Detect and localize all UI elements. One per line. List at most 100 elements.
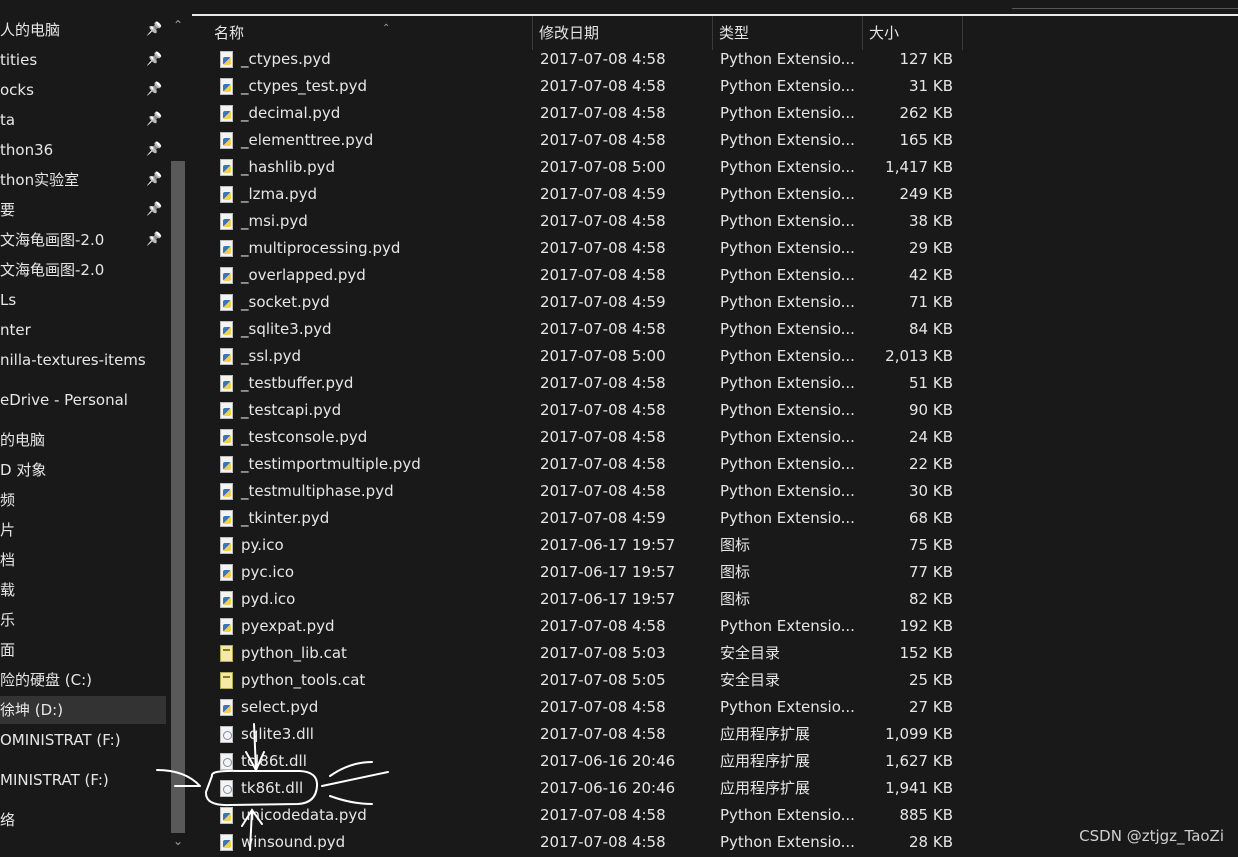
- file-row[interactable]: _hashlib.pyd 2017-07-08 5:00 Python Extens…: [190, 154, 1238, 181]
- file-row[interactable]: pyexpat.pyd 2017-07-08 4:58 Python Extensi…: [190, 613, 1238, 640]
- column-header-name[interactable]: 名称 ⌃: [208, 16, 533, 50]
- nav-item[interactable]: 络: [0, 806, 166, 834]
- file-row[interactable]: _lzma.pyd 2017-07-08 4:59 Python Extensio.…: [190, 181, 1238, 208]
- dll-file-icon: [220, 726, 233, 743]
- nav-item[interactable]: OMINISTRAT (F:): [0, 726, 166, 754]
- watermark: CSDN @ztjgz_TaoZi: [1079, 827, 1224, 845]
- file-type: Python Extensio...: [720, 212, 855, 230]
- nav-item[interactable]: 徐坤 (D:): [0, 696, 166, 724]
- python-file-icon: [220, 618, 233, 635]
- chevron-down-icon[interactable]: ⌄: [167, 834, 189, 848]
- file-name: _lzma.pyd: [241, 185, 318, 203]
- nav-item[interactable]: 的电脑: [0, 426, 166, 454]
- file-row[interactable]: _msi.pyd 2017-07-08 4:58 Python Extensio..…: [190, 208, 1238, 235]
- file-row[interactable]: tcl86t.dll 2017-06-16 20:46 应用程序扩展 1,627 KB: [190, 748, 1238, 775]
- file-date: 2017-07-08 4:58: [540, 239, 666, 257]
- nav-item[interactable]: D 对象: [0, 456, 166, 484]
- pin-icon[interactable]: 📌: [146, 196, 162, 224]
- file-row[interactable]: _ctypes_test.pyd 2017-07-08 4:58 Python Ex…: [190, 73, 1238, 100]
- file-size: 84 KB: [909, 320, 953, 338]
- nav-item[interactable]: MINISTRAT (F:): [0, 766, 166, 794]
- file-type: Python Extensio...: [720, 266, 855, 284]
- file-row[interactable]: _ssl.pyd 2017-07-08 5:00 Python Extensio..…: [190, 343, 1238, 370]
- navigation-scrollbar[interactable]: ⌃ ⌄: [167, 16, 189, 857]
- nav-item[interactable]: nter: [0, 316, 166, 344]
- file-date: 2017-06-16 20:46: [540, 752, 676, 770]
- nav-item[interactable]: 要 📌: [0, 196, 166, 224]
- file-row[interactable]: _testbuffer.pyd 2017-07-08 4:58 Python Ext…: [190, 370, 1238, 397]
- pin-icon[interactable]: 📌: [146, 46, 162, 74]
- nav-item[interactable]: tities 📌: [0, 46, 166, 74]
- file-row[interactable]: _sqlite3.pyd 2017-07-08 4:58 Python Extens…: [190, 316, 1238, 343]
- file-row[interactable]: sqlite3.dll 2017-07-08 4:58 应用程序扩展 1,099 KB: [190, 721, 1238, 748]
- python-file-icon: [220, 213, 233, 230]
- file-row[interactable]: tk86t.dll 2017-06-16 20:46 应用程序扩展 1,941 KB: [190, 775, 1238, 802]
- file-row[interactable]: _testimportmultiple.pyd 2017-07-08 4:58 Py…: [190, 451, 1238, 478]
- nav-item[interactable]: 档: [0, 546, 166, 574]
- file-type: Python Extensio...: [720, 401, 855, 419]
- file-date: 2017-07-08 4:58: [540, 482, 666, 500]
- file-row[interactable]: _testmultiphase.pyd 2017-07-08 4:58 Python…: [190, 478, 1238, 505]
- file-row[interactable]: _testcapi.pyd 2017-07-08 4:58 Python Exten…: [190, 397, 1238, 424]
- file-row[interactable]: unicodedata.pyd 2017-07-08 4:58 Python Ext…: [190, 802, 1238, 829]
- file-type: 应用程序扩展: [720, 752, 811, 770]
- nav-item[interactable]: 人的电脑 📌: [0, 16, 166, 44]
- search-box[interactable]: [1012, 0, 1238, 9]
- pin-icon[interactable]: 📌: [146, 226, 162, 254]
- column-header-date[interactable]: 修改日期: [533, 16, 713, 50]
- pin-icon[interactable]: 📌: [146, 166, 162, 194]
- python-file-icon: [220, 51, 233, 68]
- nav-item[interactable]: 片: [0, 516, 166, 544]
- file-date: 2017-07-08 5:03: [540, 644, 666, 662]
- scrollbar-thumb[interactable]: [171, 161, 185, 833]
- file-name: _ctypes_test.pyd: [241, 77, 368, 95]
- file-row[interactable]: _ctypes.pyd 2017-07-08 4:58 Python Extensi…: [190, 46, 1238, 73]
- column-header-size[interactable]: 大小: [863, 16, 963, 50]
- nav-item[interactable]: 频: [0, 486, 166, 514]
- nav-item[interactable]: nilla-textures-items: [0, 346, 166, 374]
- nav-item[interactable]: Ls: [0, 286, 166, 314]
- file-row[interactable]: pyc.ico 2017-06-17 19:57 图标 77 KB: [190, 559, 1238, 586]
- nav-item[interactable]: ta 📌: [0, 106, 166, 134]
- nav-item[interactable]: 面: [0, 636, 166, 664]
- file-size: 51 KB: [909, 374, 953, 392]
- python-file-icon: [220, 591, 233, 608]
- file-row[interactable]: _socket.pyd 2017-07-08 4:59 Python Extensi…: [190, 289, 1238, 316]
- file-row[interactable]: python_tools.cat 2017-07-08 5:05 安全目录 25 KB: [190, 667, 1238, 694]
- file-row[interactable]: _multiprocessing.pyd 2017-07-08 4:58 Pytho…: [190, 235, 1238, 262]
- pin-icon[interactable]: 📌: [146, 106, 162, 134]
- file-row[interactable]: pyd.ico 2017-06-17 19:57 图标 82 KB: [190, 586, 1238, 613]
- file-row[interactable]: py.ico 2017-06-17 19:57 图标 75 KB: [190, 532, 1238, 559]
- pin-icon[interactable]: 📌: [146, 16, 162, 44]
- nav-item[interactable]: 乐: [0, 606, 166, 634]
- nav-item-label: 档: [0, 551, 16, 569]
- pin-icon[interactable]: 📌: [146, 136, 162, 164]
- nav-item[interactable]: 文海龟画图-2.0: [0, 256, 166, 284]
- chevron-up-icon[interactable]: ⌃: [167, 18, 189, 32]
- file-size: 22 KB: [909, 455, 953, 473]
- file-row[interactable]: _decimal.pyd 2017-07-08 4:58 Python Extens…: [190, 100, 1238, 127]
- file-row[interactable]: select.pyd 2017-07-08 4:58 Python Extensio…: [190, 694, 1238, 721]
- nav-item[interactable]: 文海龟画图-2.0 📌: [0, 226, 166, 254]
- pin-icon[interactable]: 📌: [146, 76, 162, 104]
- file-date: 2017-07-08 4:59: [540, 185, 666, 203]
- file-size: 885 KB: [899, 806, 953, 824]
- nav-item[interactable]: eDrive - Personal: [0, 386, 166, 414]
- file-type: 图标: [720, 590, 751, 608]
- nav-item[interactable]: 载: [0, 576, 166, 604]
- file-row[interactable]: _overlapped.pyd 2017-07-08 4:58 Python Ext…: [190, 262, 1238, 289]
- file-row[interactable]: _testconsole.pyd 2017-07-08 4:58 Python Ex…: [190, 424, 1238, 451]
- nav-item[interactable]: thon实验室 📌: [0, 166, 166, 194]
- file-row[interactable]: _tkinter.pyd 2017-07-08 4:59 Python Extens…: [190, 505, 1238, 532]
- file-name: sqlite3.dll: [241, 725, 314, 743]
- nav-item[interactable]: thon36 📌: [0, 136, 166, 164]
- nav-item[interactable]: ocks 📌: [0, 76, 166, 104]
- file-type: Python Extensio...: [720, 131, 855, 149]
- file-date: 2017-07-08 4:58: [540, 50, 666, 68]
- file-date: 2017-07-08 4:58: [540, 617, 666, 635]
- file-type: Python Extensio...: [720, 455, 855, 473]
- file-row[interactable]: python_lib.cat 2017-07-08 5:03 安全目录 152 KB: [190, 640, 1238, 667]
- file-row[interactable]: _elementtree.pyd 2017-07-08 4:58 Python Ex…: [190, 127, 1238, 154]
- column-header-type[interactable]: 类型: [713, 16, 863, 50]
- nav-item[interactable]: 险的硬盘 (C:): [0, 666, 166, 694]
